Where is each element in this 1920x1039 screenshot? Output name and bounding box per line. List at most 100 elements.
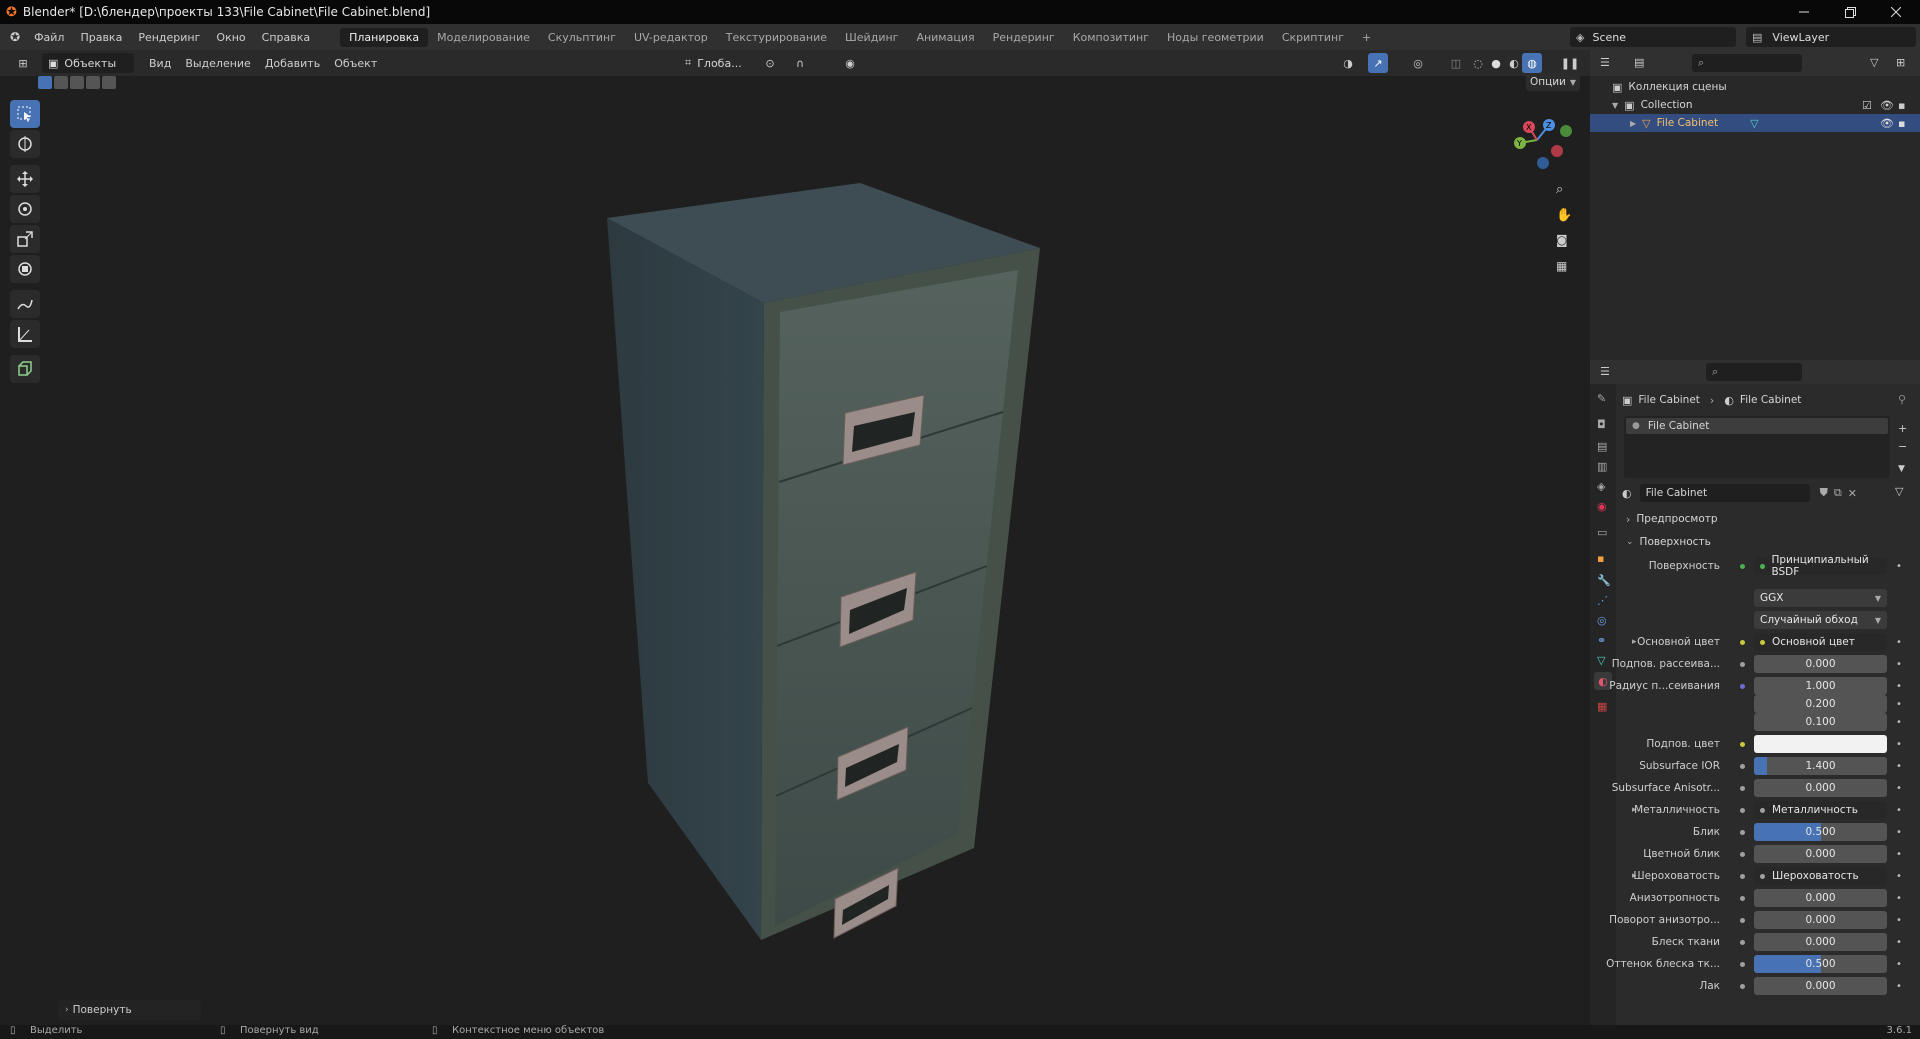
link-field[interactable]: Основной цвет	[1754, 633, 1887, 651]
solid-shading-icon[interactable]: ●	[1486, 53, 1506, 73]
select-intersect-icon[interactable]	[102, 76, 116, 89]
number-field[interactable]: 1.000	[1754, 677, 1887, 695]
annotate-tool[interactable]	[10, 290, 40, 318]
socket-dot-icon[interactable]	[1736, 892, 1748, 904]
expand-arrow-icon[interactable]: ▸	[1632, 637, 1637, 647]
socket-dot-icon[interactable]	[1736, 870, 1748, 882]
tab-layout[interactable]: Планировка	[340, 27, 429, 47]
keyframe-dot-icon[interactable]: •	[1896, 739, 1902, 750]
dropdown[interactable]: Случайный обход ▼	[1754, 611, 1887, 629]
camera-icon[interactable]: ◙	[1556, 233, 1568, 247]
socket-dot-icon[interactable]	[1736, 914, 1748, 926]
minimize-button[interactable]	[1782, 0, 1826, 24]
scale-tool[interactable]	[10, 225, 40, 253]
number-field[interactable]: 0.000	[1754, 911, 1887, 929]
select-extend-icon[interactable]	[54, 76, 68, 89]
select-invert-icon[interactable]	[86, 76, 100, 89]
menu-select[interactable]: Выделение	[178, 57, 258, 70]
editor-type-icon[interactable]: ⊞	[10, 53, 36, 73]
keyframe-dot-icon[interactable]: •	[1896, 915, 1902, 926]
overlays-icon[interactable]: ◎	[1408, 53, 1428, 73]
socket-dot-icon[interactable]	[1736, 760, 1748, 772]
number-field[interactable]: 0.000	[1754, 977, 1887, 995]
socket-dot-icon[interactable]	[1736, 560, 1748, 572]
number-field[interactable]: 0.100	[1754, 713, 1887, 731]
cursor-tool[interactable]	[10, 130, 40, 158]
xray-icon[interactable]: ◫	[1446, 53, 1466, 73]
socket-dot-icon[interactable]	[1736, 782, 1748, 794]
select-box-tool[interactable]	[10, 100, 40, 128]
perspective-grid-icon[interactable]: ▦	[1556, 259, 1567, 273]
socket-dot-icon[interactable]	[1736, 804, 1748, 816]
checkbox-icon[interactable]: ☑	[1862, 99, 1872, 112]
number-field[interactable]: 0.500	[1754, 955, 1887, 973]
menu-object[interactable]: Объект	[327, 57, 384, 70]
material-preview-shading-icon[interactable]: ◐	[1504, 53, 1524, 73]
eye-icon[interactable]: 👁	[1880, 99, 1894, 112]
keyframe-dot-icon[interactable]: •	[1896, 959, 1902, 970]
menu-add[interactable]: Добавить	[258, 57, 327, 70]
add-cube-tool[interactable]	[10, 355, 40, 383]
tab-scripting[interactable]: Скриптинг	[1273, 28, 1353, 47]
keyframe-dot-icon[interactable]: •	[1896, 827, 1902, 838]
color-swatch[interactable]	[1754, 735, 1887, 753]
proportional-edit-icon[interactable]: ◉	[840, 53, 860, 73]
socket-dot-icon[interactable]	[1736, 738, 1748, 750]
outliner-editor-icon[interactable]: ☰	[1600, 56, 1610, 69]
menu-edit[interactable]: Правка	[72, 31, 130, 44]
tab-compositing[interactable]: Композитинг	[1064, 28, 1158, 47]
keyframe-dot-icon[interactable]: •	[1896, 981, 1902, 992]
keyframe-dot-icon[interactable]: •	[1896, 937, 1902, 948]
render-camera-icon[interactable]: ▪	[1898, 99, 1905, 112]
number-field[interactable]: 0.000	[1754, 933, 1887, 951]
tab-modeling[interactable]: Моделирование	[428, 28, 539, 47]
rendered-shading-icon[interactable]: ◍	[1522, 53, 1542, 73]
number-field[interactable]: 0.000	[1754, 845, 1887, 863]
tab-shading[interactable]: Шейдинг	[836, 28, 907, 47]
outliner-row-file-cabinet[interactable]: ▶ ▽ File Cabinet ▽ 👁 ▪	[1590, 114, 1920, 132]
keyframe-dot-icon[interactable]: •	[1896, 871, 1902, 882]
move-tool[interactable]	[10, 165, 40, 193]
number-field[interactable]: 0.000	[1754, 889, 1887, 907]
tab-geometry-nodes[interactable]: Ноды геометрии	[1158, 28, 1273, 47]
pivot-icon[interactable]: ⊙	[760, 53, 780, 73]
socket-dot-icon[interactable]	[1736, 680, 1748, 692]
tab-animation[interactable]: Анимация	[907, 28, 983, 47]
eye-icon[interactable]: 👁	[1880, 117, 1894, 130]
socket-dot-icon[interactable]	[1736, 826, 1748, 838]
number-field[interactable]: 0.000	[1754, 779, 1887, 797]
link-field[interactable]: Металличность	[1754, 801, 1887, 819]
options-dropdown[interactable]: Опции ▼	[1526, 73, 1580, 91]
number-field[interactable]: 0.200	[1754, 695, 1887, 713]
outliner-row-collection[interactable]: ▼ ▣ Collection ☑ 👁 ▪	[1590, 96, 1920, 114]
maximize-button[interactable]	[1828, 0, 1872, 24]
socket-dot-icon[interactable]	[1736, 636, 1748, 648]
dropdown[interactable]: GGX ▼	[1754, 589, 1887, 607]
number-field[interactable]: 0.000	[1754, 655, 1887, 673]
menu-render[interactable]: Рендеринг	[130, 31, 208, 44]
tab-texture-paint[interactable]: Текстурирование	[717, 28, 836, 47]
zoom-icon[interactable]: ⌕	[1556, 182, 1563, 197]
new-collection-icon[interactable]: ⊞	[1896, 56, 1905, 69]
keyframe-dot-icon[interactable]: •	[1896, 761, 1902, 772]
menu-help[interactable]: Справка	[254, 31, 318, 44]
keyframe-dot-icon[interactable]: •	[1896, 717, 1902, 728]
wireframe-shading-icon[interactable]: ◌	[1468, 53, 1488, 73]
filter-icon[interactable]: ▽	[1870, 56, 1878, 69]
keyframe-dot-icon[interactable]: •	[1896, 561, 1902, 572]
gizmo-toggle-icon[interactable]: ↗	[1368, 53, 1388, 73]
transform-tool[interactable]	[10, 255, 40, 283]
keyframe-dot-icon[interactable]: •	[1896, 805, 1902, 816]
navigation-gizmo[interactable]: Z Y X	[1505, 105, 1575, 175]
keyframe-dot-icon[interactable]: •	[1896, 849, 1902, 860]
link-field[interactable]: Принципиальный BSDF	[1754, 554, 1887, 578]
outliner-search-input[interactable]: ⌕	[1692, 54, 1802, 72]
socket-dot-icon[interactable]	[1736, 958, 1748, 970]
snap-magnet-icon[interactable]: ∩	[790, 53, 810, 73]
view-layer-selector[interactable]: ▤ ViewLayer	[1746, 27, 1916, 47]
number-field[interactable]: 1.400	[1754, 757, 1887, 775]
menu-window[interactable]: Окно	[208, 31, 253, 44]
add-workspace-button[interactable]: +	[1353, 28, 1380, 47]
keyframe-dot-icon[interactable]: •	[1896, 681, 1902, 692]
display-mode-icon[interactable]: ▤	[1634, 56, 1644, 69]
